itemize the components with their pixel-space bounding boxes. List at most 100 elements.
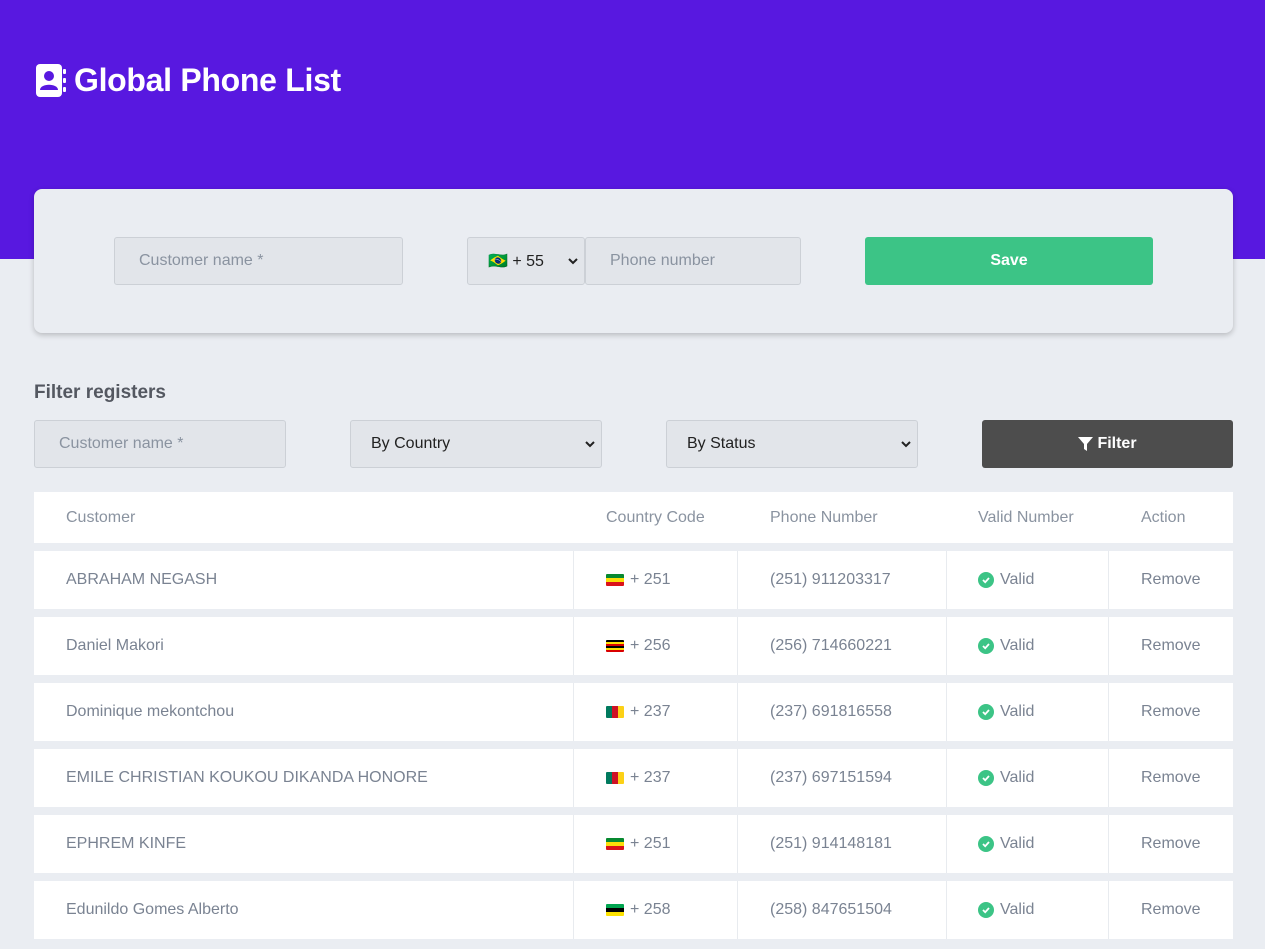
country-code: + 251 bbox=[606, 815, 670, 873]
phone-number: (256) 714660221 bbox=[770, 637, 892, 654]
column-divider bbox=[737, 815, 738, 873]
column-divider bbox=[737, 617, 738, 675]
remove-button[interactable]: Remove bbox=[1141, 617, 1201, 675]
country-code: + 237 bbox=[606, 749, 670, 807]
filter-country-select[interactable]: By Country bbox=[350, 420, 602, 468]
check-circle-icon bbox=[978, 638, 994, 654]
filter-button[interactable]: Filter bbox=[982, 420, 1233, 468]
phone-number: (237) 691816558 bbox=[770, 703, 892, 720]
customer-name: EMILE CHRISTIAN KOUKOU DIKANDA HONORE bbox=[66, 769, 428, 786]
column-divider bbox=[1108, 617, 1109, 675]
column-divider bbox=[737, 551, 738, 609]
table-body: ABRAHAM NEGASH + 251 (251) 911203317 Valid R… bbox=[34, 551, 1233, 947]
table-row: Dominique mekontchou + 237 (237) 691816558… bbox=[34, 683, 1233, 741]
column-divider bbox=[946, 881, 947, 939]
mozambique-flag-icon bbox=[606, 904, 624, 916]
customer-name-input[interactable]: Customer name * bbox=[114, 237, 403, 285]
column-divider bbox=[946, 617, 947, 675]
customer-name: EPHREM KINFE bbox=[66, 835, 187, 852]
filter-name-input[interactable]: Customer name * bbox=[34, 420, 286, 468]
country-code: + 251 bbox=[606, 551, 670, 609]
uganda-flag-icon bbox=[606, 640, 624, 652]
country-code-value: 🇧🇷 + 55 bbox=[488, 253, 544, 270]
phone-number-input[interactable]: Phone number bbox=[585, 237, 801, 285]
remove-button[interactable]: Remove bbox=[1141, 815, 1201, 873]
phone-number: (258) 847651504 bbox=[770, 901, 892, 918]
check-circle-icon bbox=[978, 836, 994, 852]
column-divider bbox=[573, 815, 574, 873]
customer-name: Daniel Makori bbox=[66, 637, 164, 654]
valid-status: Valid bbox=[978, 683, 1034, 741]
column-divider bbox=[1108, 881, 1109, 939]
cameroon-flag-icon bbox=[606, 772, 624, 784]
column-divider bbox=[1108, 749, 1109, 807]
column-divider bbox=[946, 815, 947, 873]
column-divider bbox=[573, 881, 574, 939]
brand: Global Phone List bbox=[36, 62, 341, 99]
column-divider bbox=[1108, 815, 1109, 873]
phone-number: (251) 914148181 bbox=[770, 835, 892, 852]
column-divider bbox=[946, 749, 947, 807]
table-row: Daniel Makori + 256 (256) 714660221 Valid Re… bbox=[34, 617, 1233, 675]
valid-status: Valid bbox=[978, 881, 1034, 939]
table-row: ABRAHAM NEGASH + 251 (251) 911203317 Valid R… bbox=[34, 551, 1233, 609]
valid-status-text: Valid bbox=[1000, 703, 1035, 720]
country-code-select[interactable]: 🇧🇷 + 55 bbox=[467, 237, 585, 285]
column-divider bbox=[737, 749, 738, 807]
header-customer: Customer bbox=[66, 509, 136, 526]
check-circle-icon bbox=[978, 770, 994, 786]
column-divider bbox=[573, 683, 574, 741]
valid-status-text: Valid bbox=[1000, 571, 1035, 588]
valid-status-text: Valid bbox=[1000, 637, 1035, 654]
valid-status-text: Valid bbox=[1000, 901, 1035, 918]
country-code: + 258 bbox=[606, 881, 670, 939]
table-row: EMILE CHRISTIAN KOUKOU DIKANDA HONORE + 2… bbox=[34, 749, 1233, 807]
phone-number: (237) 697151594 bbox=[770, 769, 892, 786]
table-row: Edunildo Gomes Alberto + 258 (258) 8476515… bbox=[34, 881, 1233, 939]
table-row: EPHREM KINFE + 251 (251) 914148181 Valid Rem… bbox=[34, 815, 1233, 873]
valid-status: Valid bbox=[978, 551, 1034, 609]
valid-status: Valid bbox=[978, 617, 1034, 675]
remove-button[interactable]: Remove bbox=[1141, 749, 1201, 807]
column-divider bbox=[946, 683, 947, 741]
filter-status-select[interactable]: By Status bbox=[666, 420, 918, 468]
page-title: Global Phone List bbox=[74, 62, 341, 98]
remove-button[interactable]: Remove bbox=[1141, 551, 1201, 609]
country-code-text: + 237 bbox=[630, 703, 671, 720]
header-phone-number: Phone Number bbox=[770, 509, 878, 526]
column-divider bbox=[737, 881, 738, 939]
country-code: + 237 bbox=[606, 683, 670, 741]
chevron-down-icon bbox=[568, 258, 578, 265]
ethiopia-flag-icon bbox=[606, 574, 624, 586]
column-divider bbox=[1108, 683, 1109, 741]
filter-status-value: By Status bbox=[687, 435, 756, 452]
remove-button[interactable]: Remove bbox=[1141, 683, 1201, 741]
customer-name: ABRAHAM NEGASH bbox=[66, 571, 218, 588]
check-circle-icon bbox=[978, 902, 994, 918]
remove-button[interactable]: Remove bbox=[1141, 881, 1201, 939]
valid-status: Valid bbox=[978, 815, 1034, 873]
column-divider bbox=[946, 551, 947, 609]
customer-name: Edunildo Gomes Alberto bbox=[66, 901, 239, 918]
country-code-text: + 258 bbox=[630, 901, 671, 918]
country-code-text: + 251 bbox=[630, 571, 671, 588]
column-divider bbox=[1108, 551, 1109, 609]
funnel-icon bbox=[1078, 436, 1094, 451]
valid-status-text: Valid bbox=[1000, 769, 1035, 786]
customer-name: Dominique mekontchou bbox=[66, 703, 235, 720]
country-code: + 256 bbox=[606, 617, 670, 675]
valid-status: Valid bbox=[978, 749, 1034, 807]
save-button[interactable]: Save bbox=[865, 237, 1153, 285]
check-circle-icon bbox=[978, 572, 994, 588]
header-country-code: Country Code bbox=[606, 509, 705, 526]
country-code-text: + 256 bbox=[630, 637, 671, 654]
cameroon-flag-icon bbox=[606, 706, 624, 718]
add-contact-card: Customer name * 🇧🇷 + 55 Phone number Sav… bbox=[34, 189, 1233, 333]
filter-button-label: Filter bbox=[1097, 435, 1137, 452]
header-action: Action bbox=[1141, 509, 1186, 526]
column-divider bbox=[573, 749, 574, 807]
address-book-icon bbox=[36, 64, 66, 97]
country-code-text: + 237 bbox=[630, 769, 671, 786]
check-circle-icon bbox=[978, 704, 994, 720]
table-header: Customer Country Code Phone Number Valid… bbox=[34, 492, 1233, 543]
